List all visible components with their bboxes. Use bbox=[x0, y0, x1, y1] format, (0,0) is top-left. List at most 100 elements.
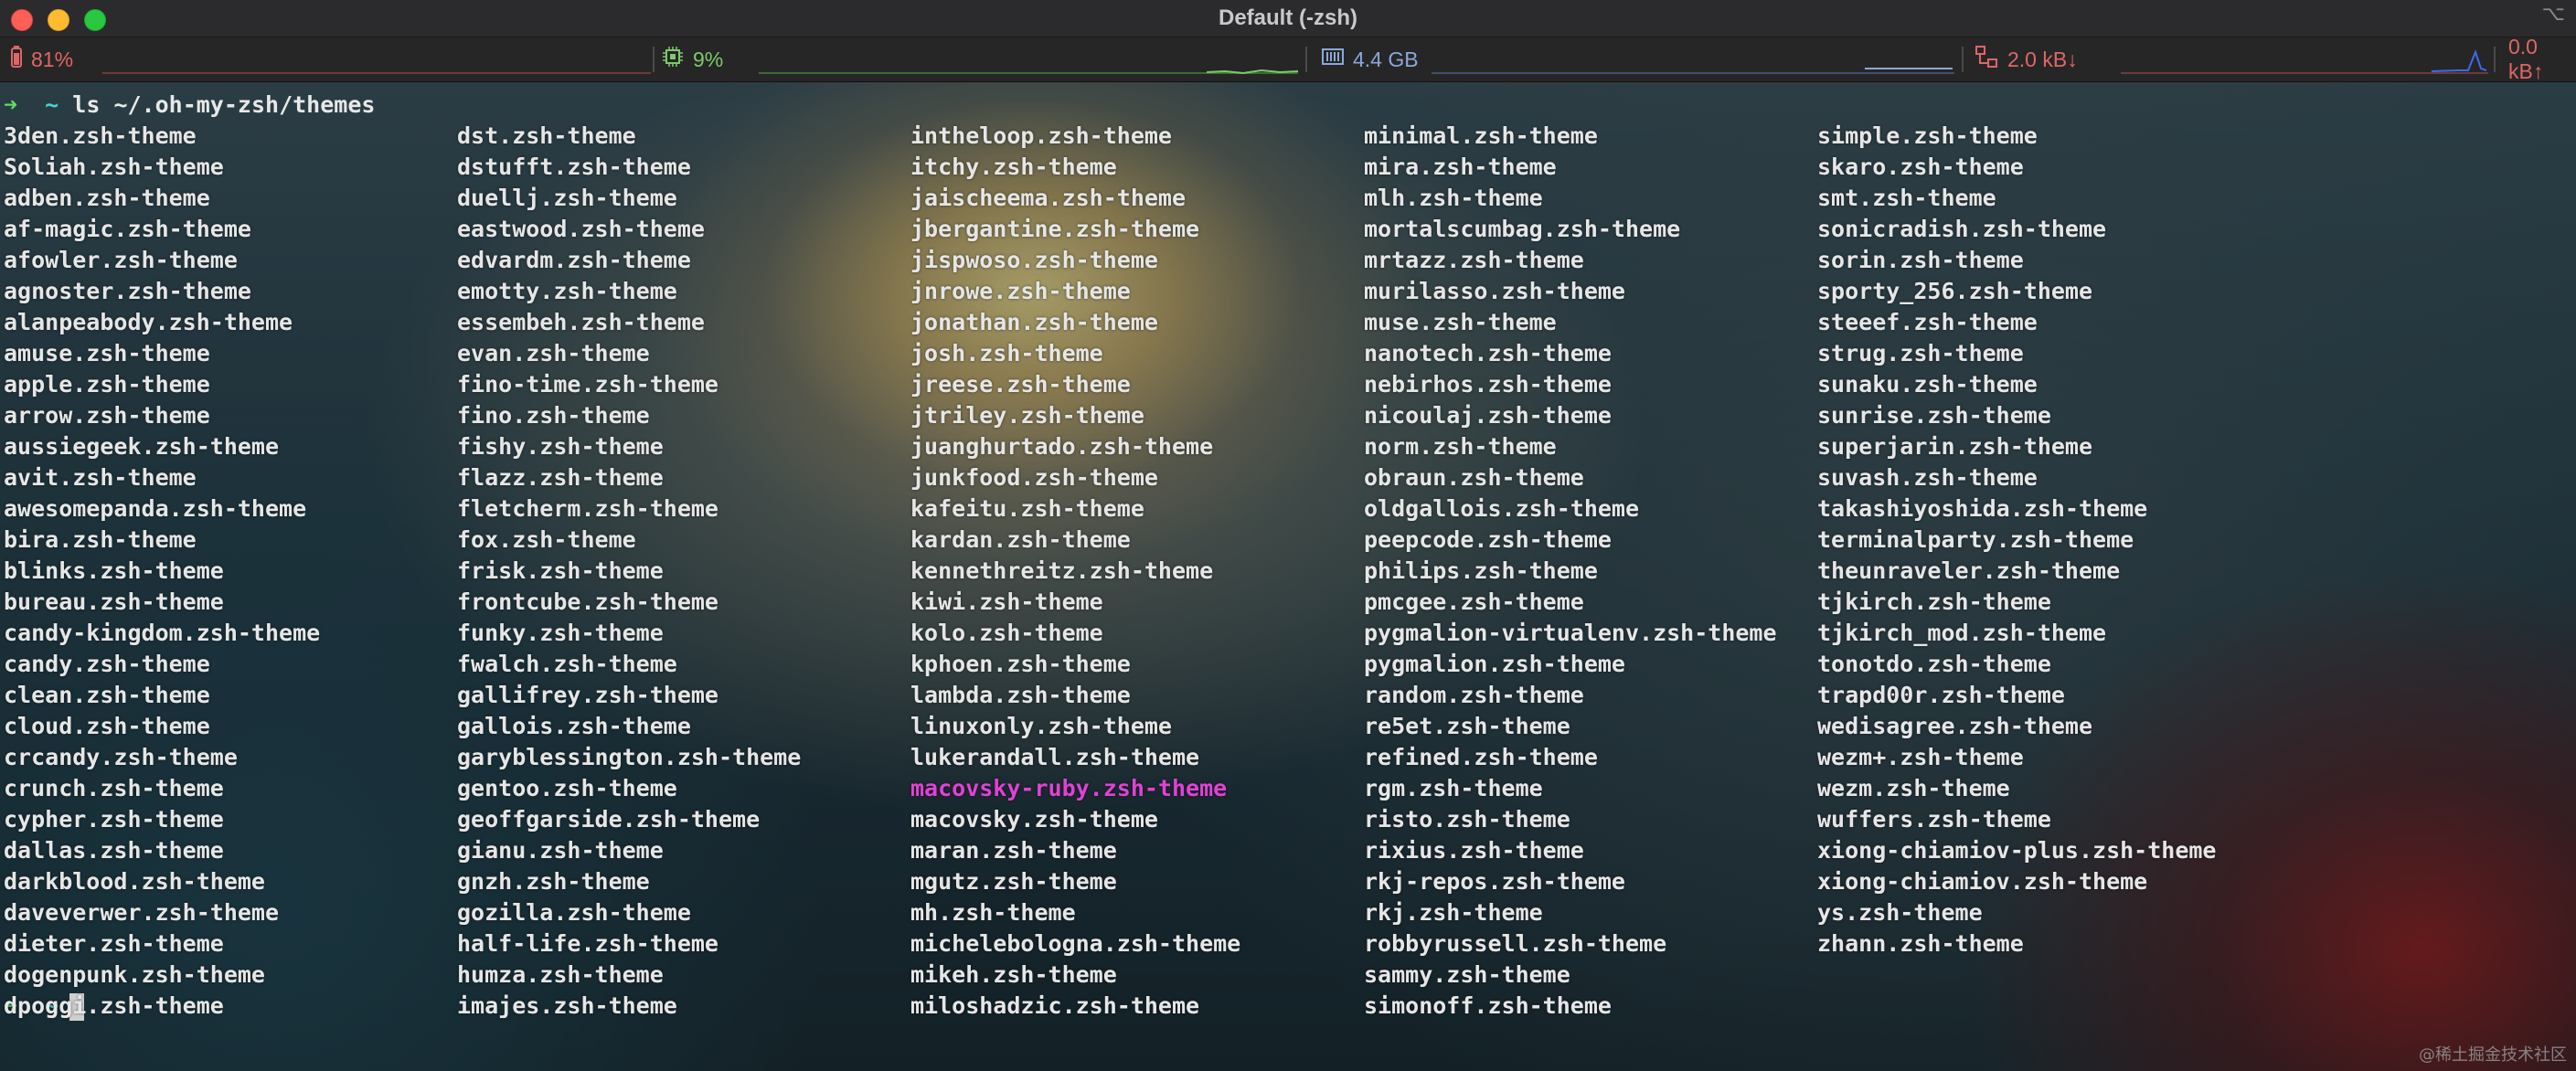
file-entry[interactable]: rixius.zsh-theme bbox=[1364, 835, 1777, 866]
file-entry[interactable]: fletcherm.zsh-theme bbox=[457, 493, 801, 525]
file-entry[interactable]: mikeh.zsh-theme bbox=[910, 960, 1240, 991]
file-entry[interactable]: itchy.zsh-theme bbox=[910, 152, 1240, 183]
file-entry[interactable]: smt.zsh-theme bbox=[1817, 183, 2217, 214]
file-entry[interactable]: nanotech.zsh-theme bbox=[1364, 338, 1777, 369]
file-entry[interactable]: darkblood.zsh-theme bbox=[4, 866, 320, 897]
file-entry[interactable]: humza.zsh-theme bbox=[457, 960, 801, 991]
file-entry[interactable]: frisk.zsh-theme bbox=[457, 556, 801, 587]
file-entry[interactable]: dieter.zsh-theme bbox=[4, 928, 320, 960]
file-entry[interactable]: obraun.zsh-theme bbox=[1364, 462, 1777, 493]
file-entry[interactable]: sonicradish.zsh-theme bbox=[1817, 214, 2217, 245]
file-entry[interactable]: junkfood.zsh-theme bbox=[910, 462, 1240, 493]
file-entry[interactable]: jtriley.zsh-theme bbox=[910, 400, 1240, 431]
file-entry[interactable]: muse.zsh-theme bbox=[1364, 307, 1777, 338]
file-entry[interactable]: philips.zsh-theme bbox=[1364, 556, 1777, 587]
file-entry[interactable]: fino.zsh-theme bbox=[457, 400, 801, 431]
file-entry[interactable]: mortalscumbag.zsh-theme bbox=[1364, 214, 1777, 245]
file-entry[interactable]: gallifrey.zsh-theme bbox=[457, 680, 801, 711]
file-entry[interactable]: daveverwer.zsh-theme bbox=[4, 897, 320, 928]
file-entry[interactable]: theunraveler.zsh-theme bbox=[1817, 556, 2217, 587]
file-entry[interactable]: pmcgee.zsh-theme bbox=[1364, 587, 1777, 618]
file-entry[interactable]: kphoen.zsh-theme bbox=[910, 649, 1240, 680]
file-entry[interactable]: dpoggi.zsh-theme bbox=[4, 991, 320, 1022]
file-entry[interactable]: ys.zsh-theme bbox=[1817, 897, 2217, 928]
file-entry[interactable]: terminalparty.zsh-theme bbox=[1817, 525, 2217, 556]
file-entry[interactable]: mh.zsh-theme bbox=[910, 897, 1240, 928]
file-entry[interactable]: random.zsh-theme bbox=[1364, 680, 1777, 711]
file-entry[interactable]: minimal.zsh-theme bbox=[1364, 121, 1777, 152]
active-prompt[interactable]: ➜ ~ bbox=[4, 991, 2572, 1022]
file-entry[interactable]: avit.zsh-theme bbox=[4, 462, 320, 493]
file-entry[interactable]: mlh.zsh-theme bbox=[1364, 183, 1777, 214]
file-entry[interactable]: candy-kingdom.zsh-theme bbox=[4, 618, 320, 649]
file-entry[interactable]: dst.zsh-theme bbox=[457, 121, 801, 152]
file-entry[interactable]: imajes.zsh-theme bbox=[457, 991, 801, 1022]
file-entry[interactable]: lukerandall.zsh-theme bbox=[910, 742, 1240, 773]
file-entry[interactable]: evan.zsh-theme bbox=[457, 338, 801, 369]
file-entry[interactable]: candy.zsh-theme bbox=[4, 649, 320, 680]
file-entry[interactable]: crunch.zsh-theme bbox=[4, 773, 320, 804]
file-entry[interactable]: sammy.zsh-theme bbox=[1364, 960, 1777, 991]
file-entry[interactable]: oldgallois.zsh-theme bbox=[1364, 493, 1777, 525]
file-entry[interactable]: skaro.zsh-theme bbox=[1817, 152, 2217, 183]
file-entry[interactable]: jonathan.zsh-theme bbox=[910, 307, 1240, 338]
file-entry[interactable]: sunaku.zsh-theme bbox=[1817, 369, 2217, 400]
file-entry[interactable]: intheloop.zsh-theme bbox=[910, 121, 1240, 152]
file-entry[interactable]: jnrowe.zsh-theme bbox=[910, 276, 1240, 307]
file-entry[interactable]: kennethreitz.zsh-theme bbox=[910, 556, 1240, 587]
file-entry[interactable]: maran.zsh-theme bbox=[910, 835, 1240, 866]
file-entry[interactable]: murilasso.zsh-theme bbox=[1364, 276, 1777, 307]
file-entry[interactable]: simonoff.zsh-theme bbox=[1364, 991, 1777, 1022]
file-entry[interactable]: jreese.zsh-theme bbox=[910, 369, 1240, 400]
file-entry[interactable]: xiong-chiamiov.zsh-theme bbox=[1817, 866, 2217, 897]
file-entry[interactable]: half-life.zsh-theme bbox=[457, 928, 801, 960]
file-entry[interactable]: jispwoso.zsh-theme bbox=[910, 245, 1240, 276]
file-entry[interactable]: duellj.zsh-theme bbox=[457, 183, 801, 214]
file-entry[interactable]: essembeh.zsh-theme bbox=[457, 307, 801, 338]
file-entry[interactable]: strug.zsh-theme bbox=[1817, 338, 2217, 369]
file-entry[interactable]: garyblessington.zsh-theme bbox=[457, 742, 801, 773]
file-entry[interactable]: miloshadzic.zsh-theme bbox=[910, 991, 1240, 1022]
file-entry[interactable]: flazz.zsh-theme bbox=[457, 462, 801, 493]
file-entry[interactable]: fino-time.zsh-theme bbox=[457, 369, 801, 400]
file-entry[interactable]: trapd00r.zsh-theme bbox=[1817, 680, 2217, 711]
file-entry[interactable]: fishy.zsh-theme bbox=[457, 431, 801, 462]
file-entry[interactable]: clean.zsh-theme bbox=[4, 680, 320, 711]
file-entry[interactable]: josh.zsh-theme bbox=[910, 338, 1240, 369]
file-entry[interactable]: gnzh.zsh-theme bbox=[457, 866, 801, 897]
file-entry[interactable]: geoffgarside.zsh-theme bbox=[457, 804, 801, 835]
file-entry[interactable]: wezm.zsh-theme bbox=[1817, 773, 2217, 804]
file-entry[interactable]: norm.zsh-theme bbox=[1364, 431, 1777, 462]
file-entry[interactable]: sorin.zsh-theme bbox=[1817, 245, 2217, 276]
file-entry[interactable]: nicoulaj.zsh-theme bbox=[1364, 400, 1777, 431]
file-entry[interactable]: re5et.zsh-theme bbox=[1364, 711, 1777, 742]
file-entry[interactable]: cloud.zsh-theme bbox=[4, 711, 320, 742]
file-entry[interactable]: mgutz.zsh-theme bbox=[910, 866, 1240, 897]
file-entry[interactable]: mrtazz.zsh-theme bbox=[1364, 245, 1777, 276]
file-entry[interactable]: dallas.zsh-theme bbox=[4, 835, 320, 866]
file-entry[interactable]: rkj-repos.zsh-theme bbox=[1364, 866, 1777, 897]
file-entry[interactable]: refined.zsh-theme bbox=[1364, 742, 1777, 773]
file-entry[interactable]: gentoo.zsh-theme bbox=[457, 773, 801, 804]
file-entry[interactable]: awesomepanda.zsh-theme bbox=[4, 493, 320, 525]
file-entry[interactable]: 3den.zsh-theme bbox=[4, 121, 320, 152]
file-entry[interactable]: macovsky.zsh-theme bbox=[910, 804, 1240, 835]
file-entry[interactable]: tonotdo.zsh-theme bbox=[1817, 649, 2217, 680]
file-entry[interactable]: kafeitu.zsh-theme bbox=[910, 493, 1240, 525]
file-entry[interactable]: bira.zsh-theme bbox=[4, 525, 320, 556]
file-entry[interactable]: adben.zsh-theme bbox=[4, 183, 320, 214]
file-entry[interactable]: pygmalion-virtualenv.zsh-theme bbox=[1364, 618, 1777, 649]
file-entry[interactable]: fox.zsh-theme bbox=[457, 525, 801, 556]
file-entry[interactable]: rkj.zsh-theme bbox=[1364, 897, 1777, 928]
file-entry[interactable]: blinks.zsh-theme bbox=[4, 556, 320, 587]
file-entry[interactable]: sporty_256.zsh-theme bbox=[1817, 276, 2217, 307]
file-entry[interactable]: kardan.zsh-theme bbox=[910, 525, 1240, 556]
file-entry[interactable]: peepcode.zsh-theme bbox=[1364, 525, 1777, 556]
file-entry[interactable]: frontcube.zsh-theme bbox=[457, 587, 801, 618]
title-bar[interactable]: Default (-zsh) ⌥ bbox=[0, 0, 2576, 37]
file-entry[interactable]: rgm.zsh-theme bbox=[1364, 773, 1777, 804]
file-entry[interactable]: cypher.zsh-theme bbox=[4, 804, 320, 835]
file-entry[interactable]: bureau.zsh-theme bbox=[4, 587, 320, 618]
file-entry[interactable]: linuxonly.zsh-theme bbox=[910, 711, 1240, 742]
file-entry[interactable]: amuse.zsh-theme bbox=[4, 338, 320, 369]
